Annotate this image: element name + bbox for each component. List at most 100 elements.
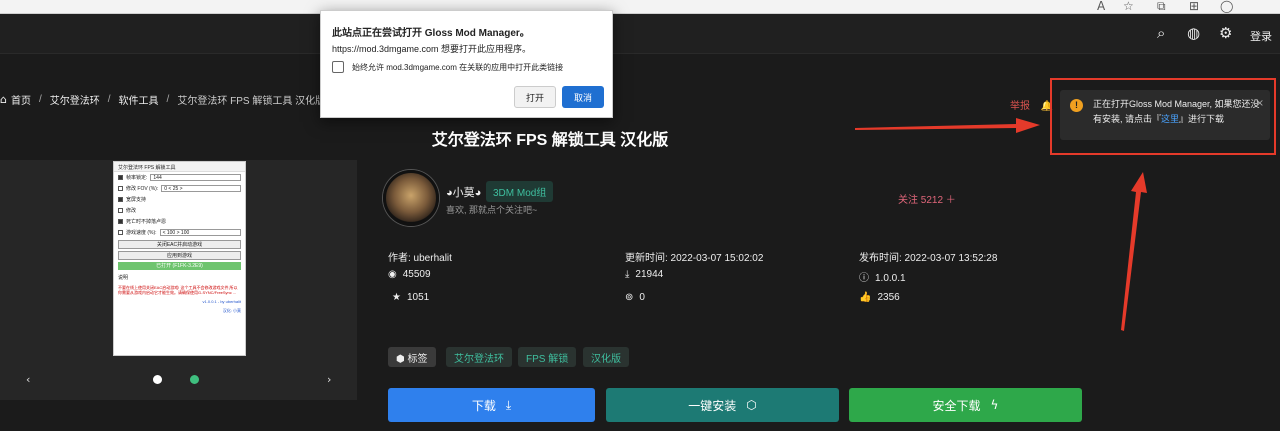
font-size-icon[interactable]: A [1097, 0, 1105, 13]
tool-row-label: 帧率锁定: [126, 175, 148, 181]
close-icon[interactable]: × [1256, 96, 1264, 111]
tool-footer-link: v1.0.0.1 - by uberhalit [202, 299, 241, 304]
breadcrumb-category[interactable]: 软件工具 [119, 92, 159, 107]
cancel-button[interactable]: 取消 [562, 86, 604, 108]
tool-row: 修改 [114, 205, 245, 216]
breadcrumb-separator: / [38, 94, 42, 105]
eye-icon: ◉ [388, 269, 397, 280]
home-icon[interactable]: ⌂ [0, 93, 7, 106]
tool-button: 应用到游戏 [118, 251, 241, 260]
browser-toolbar: A ☆ ⧉ ⊞ ◯ [0, 0, 1280, 14]
tag-item[interactable]: 汉化版 [583, 347, 629, 367]
info-icon: ⓘ [859, 273, 869, 284]
globe-icon[interactable]: ◍ [1187, 24, 1200, 42]
gallery-dot[interactable] [190, 375, 199, 384]
version-stat: ⓘ 1.0.0.1 [859, 269, 906, 284]
tool-row: 修改 FOV (%): 0 < 25 > [114, 183, 245, 194]
safe-download-button[interactable]: 安全下载 ϟ [849, 388, 1082, 422]
checkbox-icon [118, 219, 123, 224]
search-icon[interactable]: ⌕ [1157, 24, 1165, 42]
thumbs-up-icon: 👍 [859, 292, 872, 303]
follow-button[interactable]: 关注 5212 ＋ [898, 191, 956, 206]
toast-download-link[interactable]: 这里 [1161, 114, 1179, 124]
views-stat: ◉ 45509 [388, 269, 431, 280]
gear-icon[interactable]: ⚙ [1219, 24, 1232, 42]
breadcrumb-game[interactable]: 艾尔登法环 [50, 92, 100, 107]
tool-footer-credit: 汉化: 小莫 [222, 308, 241, 313]
tool-row-value: < 100 > 100 [159, 229, 241, 236]
likes-value: 2356 [877, 292, 900, 303]
author-motto: 喜欢, 那就点个关注吧~ [446, 205, 538, 215]
tool-note: 不要在线上使用关闭EAC启动游戏! 这个工具不会修改游戏文件,所以你需要从游戏内… [118, 285, 238, 295]
profile-icon[interactable]: ◯ [1220, 0, 1233, 13]
tool-row: 宽屏支持 [114, 194, 245, 205]
publish-time: 发布时间: 2022-03-07 13:52:28 [859, 253, 998, 264]
safe-label: 安全下载 [932, 398, 981, 413]
share-value: 0 [639, 292, 645, 303]
checkbox-icon [118, 186, 123, 191]
checkbox-icon [118, 230, 123, 235]
open-button[interactable]: 打开 [514, 86, 556, 108]
annotation-arrow-vertical [1121, 172, 1147, 331]
star-icon: ★ [392, 292, 401, 303]
favorites-value: 1051 [406, 292, 430, 303]
one-click-install-button[interactable]: 一键安装 ⬡ [606, 388, 839, 422]
gallery-dot-active[interactable] [153, 375, 162, 384]
breadcrumb-separator: / [107, 94, 111, 105]
tags-label-text: 标签 [407, 354, 428, 365]
favorites-stat[interactable]: ★ 1051 [392, 292, 429, 303]
always-allow-checkbox[interactable] [332, 61, 344, 73]
checkbox-icon [118, 208, 123, 213]
breadcrumb-home[interactable]: 首页 [11, 92, 31, 107]
download-icon: ⤓ [625, 269, 630, 280]
report-label: 举报 [1010, 101, 1030, 112]
gallery-prev-arrow[interactable]: ‹ [26, 373, 30, 386]
screenshot-image[interactable]: 艾尔登法环 FPS 解锁工具 帧率锁定: 144 修改 FOV (%): 0 < 2… [113, 161, 246, 356]
tool-row-label: 死亡时不掉落卢恩 [126, 219, 167, 225]
extensions-icon[interactable]: ⊞ [1189, 0, 1199, 13]
share-stat[interactable]: ⊚ 0 [625, 292, 645, 303]
author-name[interactable]: ◕小莫◕ [446, 184, 481, 200]
breadcrumb: ⌂ 首页 / 艾尔登法环 / 软件工具 / 艾尔登法环 FPS 解锁工具 汉化版 [0, 92, 325, 107]
open-app-dialog: 此站点正在尝试打开 Gloss Mod Manager。 https://mod… [320, 10, 613, 118]
tool-note-title-text: 说明 [118, 275, 129, 281]
tag-item[interactable]: FPS 解锁 [518, 347, 577, 367]
site-header: ⌕ ◍ ⚙ 登录 [0, 14, 1280, 54]
tool-row-label: 游戏速度 (%): [126, 230, 157, 236]
lightning-icon: ϟ [990, 398, 999, 412]
downloads-value: 21944 [635, 269, 664, 280]
tool-note-title: 说明 [114, 272, 245, 283]
breadcrumb-separator: / [166, 94, 170, 105]
tag-item[interactable]: 艾尔登法环 [446, 347, 512, 367]
install-icon: ⬡ [746, 398, 757, 412]
update-time: 更新时间: 2022-03-07 15:02:02 [625, 253, 764, 264]
report-button[interactable]: 举报 🔔 [1010, 97, 1053, 112]
tool-button: 关闭EAC并启动游戏 [118, 240, 241, 249]
breadcrumb-current: 艾尔登法环 FPS 解锁工具 汉化版 [177, 96, 326, 107]
share-icon: ⊚ [625, 292, 634, 303]
tool-row-label: 修改 [126, 208, 137, 214]
always-allow-label[interactable]: 始终允许 mod.3dmgame.com 在关联的应用中打开此类链接 [352, 62, 563, 73]
install-label: 一键安装 [688, 398, 737, 413]
download-label: 下载 [471, 398, 496, 413]
tag-icon: ⬢ [396, 354, 408, 365]
download-button[interactable]: 下载 ⤓ [388, 388, 595, 422]
tool-row: 游戏速度 (%): < 100 > 100 [114, 227, 245, 238]
tool-row: 帧率锁定: 144 [114, 172, 245, 183]
collections-icon[interactable]: ⧉ [1157, 0, 1166, 14]
tool-status: 已打开 (F1FK-3.2E9) [118, 262, 241, 270]
gallery-next-arrow[interactable]: › [327, 373, 331, 386]
tool-row-label: 宽屏支持 [126, 197, 147, 203]
image-gallery: 艾尔登法环 FPS 解锁工具 帧率锁定: 144 修改 FOV (%): 0 < 2… [0, 160, 357, 400]
checkbox-icon [118, 197, 123, 202]
checkbox-icon [118, 175, 123, 180]
star-icon[interactable]: ☆ [1123, 0, 1134, 13]
views-value: 45509 [402, 269, 431, 280]
author-avatar[interactable] [383, 170, 439, 226]
likes-stat[interactable]: 👍 2356 [859, 292, 900, 303]
tool-row-value: 144 [150, 174, 241, 181]
login-link[interactable]: 登录 [1250, 28, 1272, 44]
warning-icon: ! [1070, 99, 1083, 112]
tool-row-label: 修改 FOV (%): [126, 186, 159, 192]
tool-row-value: 0 < 25 > [161, 185, 241, 192]
